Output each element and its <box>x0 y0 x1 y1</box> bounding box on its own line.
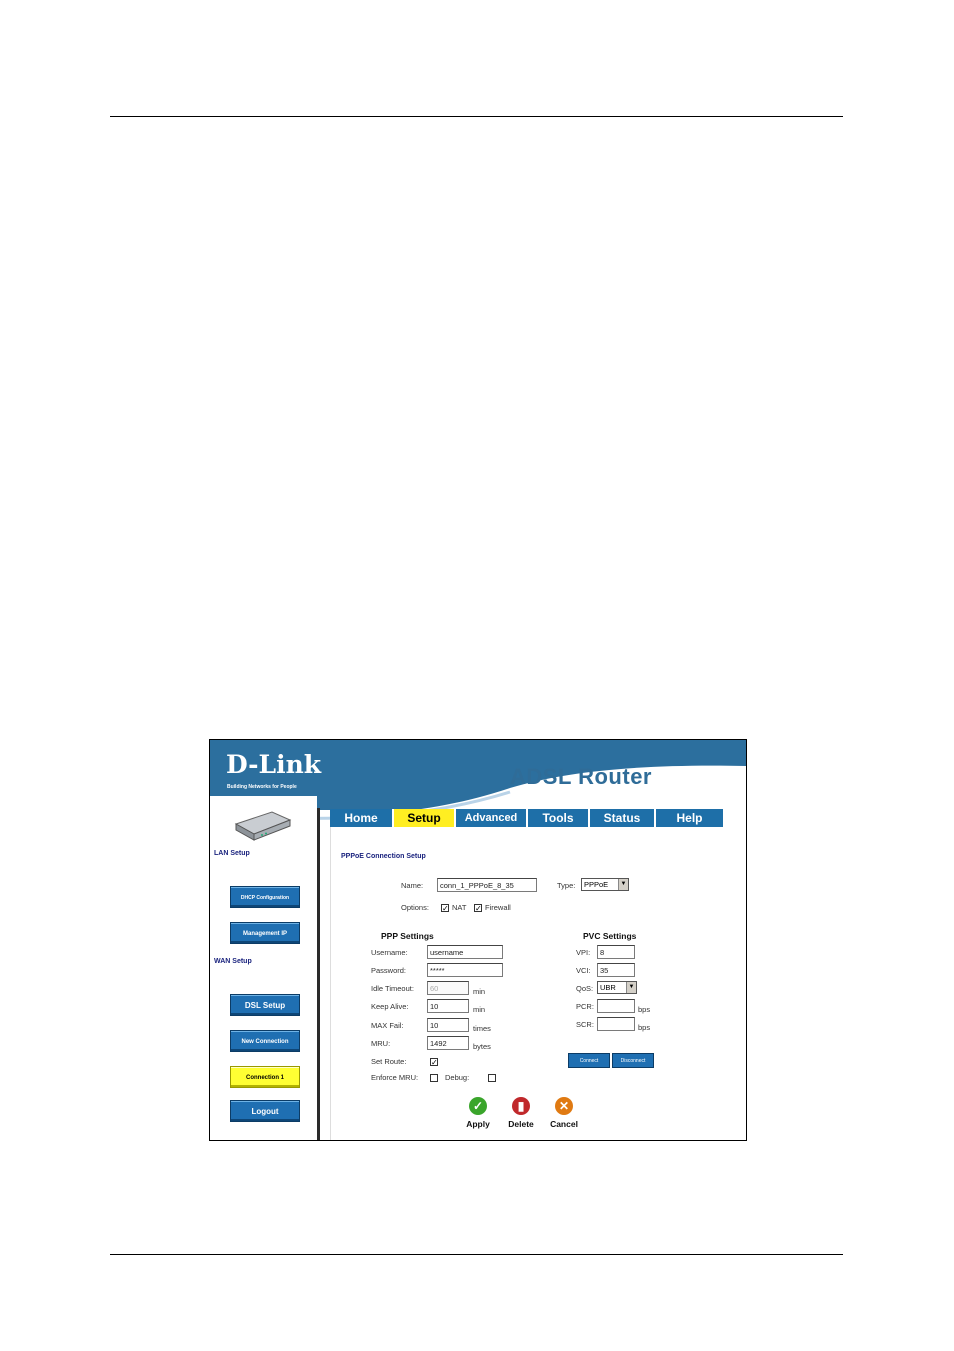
tab-tools[interactable]: Tools <box>528 809 590 827</box>
scr-label: SCR: <box>576 1020 594 1029</box>
router-icon <box>234 811 292 841</box>
content-panel: PPPoE Connection Setup Name: conn_1_PPPo… <box>330 827 724 1140</box>
tab-advanced[interactable]: Advanced <box>456 809 528 827</box>
idle-timeout-unit: min <box>473 987 486 996</box>
firewall-checkbox[interactable]: ✓ <box>474 904 482 913</box>
dsl-setup-button[interactable]: DSL Setup <box>230 994 300 1016</box>
top-rule <box>110 116 843 117</box>
tab-home[interactable]: Home <box>330 809 394 827</box>
disconnect-button[interactable]: Disconnect <box>612 1053 654 1068</box>
vpi-label: VPI: <box>576 948 591 957</box>
delete-label: Delete <box>508 1119 534 1129</box>
password-field[interactable]: ***** <box>427 963 503 977</box>
idle-timeout-label: Idle Timeout: <box>371 984 414 993</box>
lan-setup-heading: LAN Setup <box>214 850 250 857</box>
qos-select-value: UBR <box>600 983 616 992</box>
chevron-down-icon: ▼ <box>626 982 636 993</box>
pvc-settings-heading: PVC Settings <box>583 931 637 941</box>
vpi-field[interactable]: 8 <box>597 945 635 959</box>
wan-setup-heading: WAN Setup <box>214 958 252 965</box>
dlink-tagline: Building Networks for People <box>227 784 297 790</box>
qos-label: QoS: <box>576 984 594 993</box>
name-label: Name: <box>401 881 424 890</box>
bottom-rule <box>110 1254 843 1255</box>
pcr-field[interactable] <box>597 999 635 1013</box>
delete-action[interactable]: ▮ Delete <box>501 1097 541 1129</box>
mru-field[interactable]: 1492 <box>427 1036 469 1050</box>
cancel-action[interactable]: ✕ Cancel <box>544 1097 584 1129</box>
vci-field[interactable]: 35 <box>597 963 635 977</box>
nat-label: NAT <box>452 903 467 912</box>
logout-button[interactable]: Logout <box>230 1100 300 1122</box>
enforce-mru-label: Enforce MRU: <box>371 1073 419 1082</box>
max-fail-label: MAX Fail: <box>371 1021 404 1030</box>
sidebar-divider <box>317 808 320 1140</box>
dlink-logo: D-Link <box>226 750 322 779</box>
mru-unit: bytes <box>473 1042 491 1051</box>
set-route-label: Set Route: <box>371 1057 407 1066</box>
type-label: Type: <box>557 881 576 890</box>
trash-icon: ▮ <box>512 1097 530 1115</box>
idle-timeout-field[interactable]: 60 <box>427 981 469 995</box>
vci-label: VCI: <box>576 966 591 975</box>
product-title: ADSL Router <box>510 764 652 789</box>
x-icon: ✕ <box>555 1097 573 1115</box>
new-connection-button[interactable]: New Connection <box>230 1030 300 1052</box>
type-select-value: PPPoE <box>584 880 609 889</box>
cancel-label: Cancel <box>550 1119 578 1129</box>
max-fail-unit: times <box>473 1024 491 1033</box>
router-screenshot: D-Link Building Networks for People ADSL… <box>209 739 747 1141</box>
scr-unit: bps <box>638 1023 651 1032</box>
name-field[interactable]: conn_1_PPPoE_8_35 <box>437 878 537 892</box>
check-icon: ✓ <box>469 1097 487 1115</box>
pcr-label: PCR: <box>576 1002 594 1011</box>
mru-label: MRU: <box>371 1039 391 1048</box>
type-select[interactable]: PPPoE ▼ <box>581 878 629 891</box>
chevron-down-icon: ▼ <box>618 879 628 890</box>
set-route-checkbox[interactable]: ✓ <box>430 1058 438 1067</box>
sidebar: LAN Setup DHCP Configuration Management … <box>210 796 317 1140</box>
tab-help[interactable]: Help <box>656 809 723 827</box>
debug-label: Debug: <box>445 1073 470 1082</box>
username-label: Username: <box>371 948 408 957</box>
keep-alive-label: Keep Alive: <box>371 1002 409 1011</box>
qos-select[interactable]: UBR ▼ <box>597 981 637 994</box>
management-ip-button[interactable]: Management IP <box>230 922 300 944</box>
apply-action[interactable]: ✓ Apply <box>458 1097 498 1129</box>
apply-label: Apply <box>466 1119 490 1129</box>
dhcp-configuration-button[interactable]: DHCP Configuration <box>230 886 300 908</box>
options-label: Options: <box>401 903 429 912</box>
username-field[interactable]: username <box>427 945 503 959</box>
tab-status[interactable]: Status <box>590 809 656 827</box>
scr-field[interactable] <box>597 1017 635 1031</box>
password-label: Password: <box>371 966 407 975</box>
nat-checkbox[interactable]: ✓ <box>441 904 449 913</box>
keep-alive-field[interactable]: 10 <box>427 999 469 1013</box>
connect-button[interactable]: Connect <box>568 1053 610 1068</box>
tab-setup[interactable]: Setup <box>394 809 456 827</box>
enforce-mru-checkbox[interactable] <box>430 1074 438 1082</box>
debug-checkbox[interactable] <box>488 1074 496 1082</box>
firewall-label: Firewall <box>485 903 511 912</box>
main-tabs: Home Setup Advanced Tools Status Help <box>330 809 723 827</box>
max-fail-field[interactable]: 10 <box>427 1018 469 1032</box>
keep-alive-unit: min <box>473 1005 486 1014</box>
pcr-unit: bps <box>638 1005 651 1014</box>
ppp-settings-heading: PPP Settings <box>381 931 434 941</box>
page-title: PPPoE Connection Setup <box>341 853 426 860</box>
connection-1-button[interactable]: Connection 1 <box>230 1066 300 1088</box>
